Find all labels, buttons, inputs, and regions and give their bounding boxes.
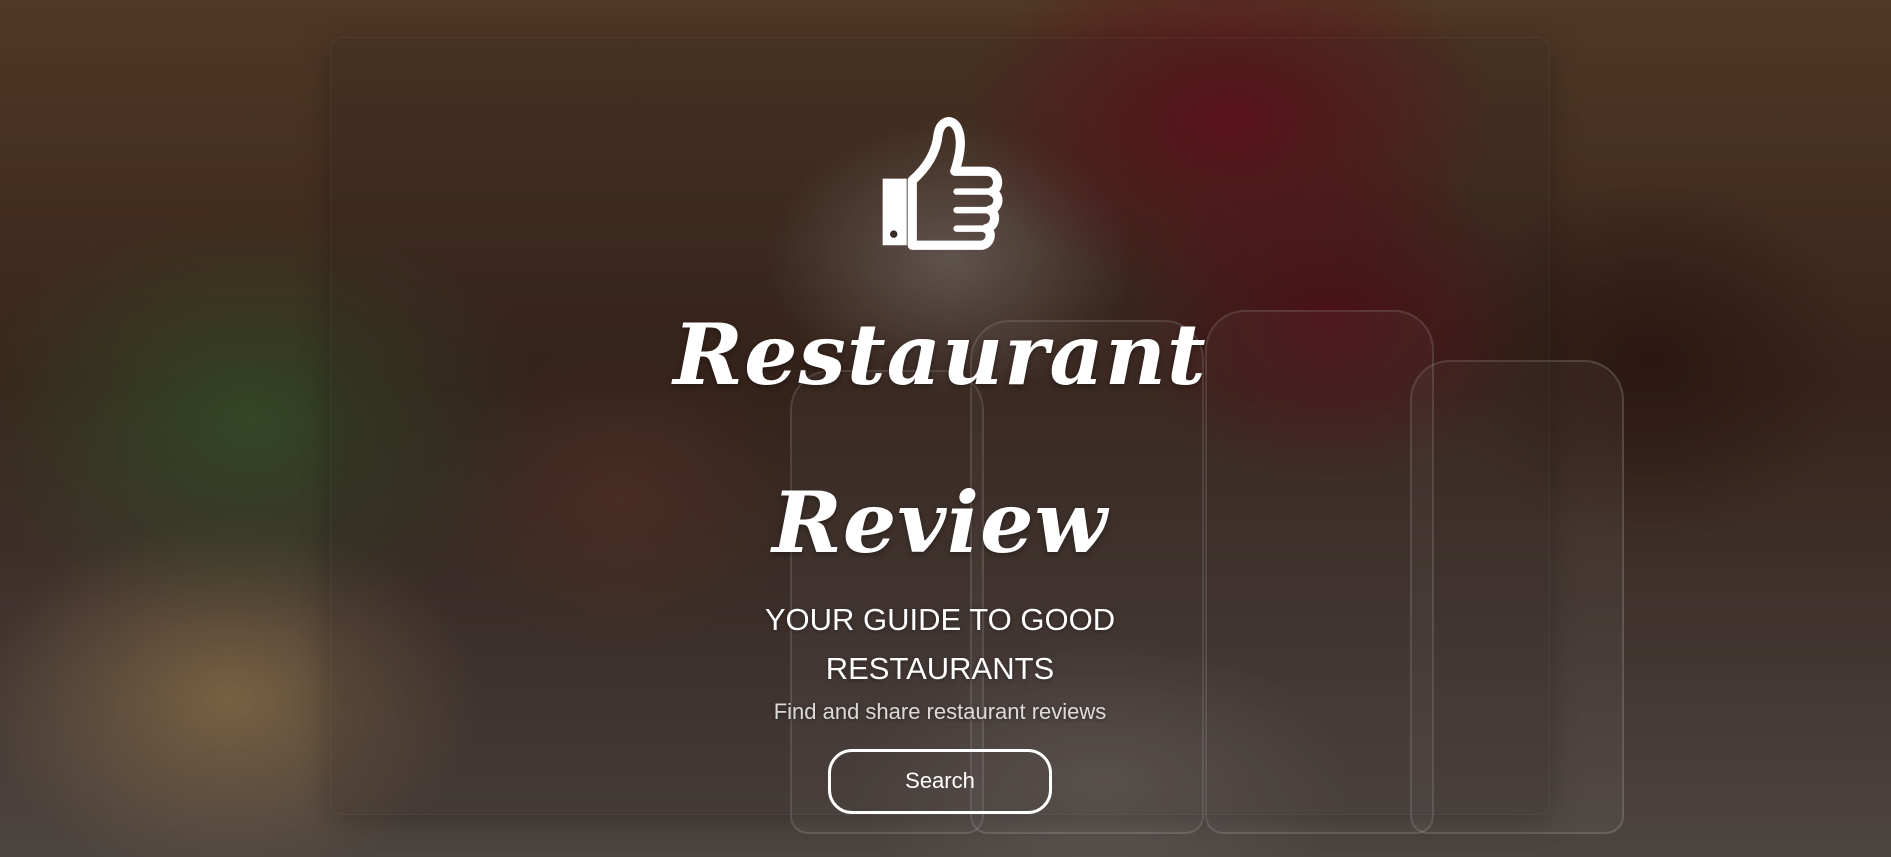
subtitle: Find and share restaurant reviews	[773, 698, 1107, 724]
tagline: YOUR GUIDE TO GOOD RESTAURANTS	[764, 601, 1116, 686]
site-title: Restaurant Review	[660, 271, 1220, 607]
site-title-line1: Restaurant	[673, 304, 1207, 404]
site-title-line2: Review	[772, 472, 1108, 572]
search-button[interactable]: Search	[828, 748, 1052, 814]
hero-content: Restaurant Review YOUR GUIDE TO GOOD RES…	[331, 38, 1549, 814]
hero-background: Restaurant Review YOUR GUIDE TO GOOD RES…	[0, 0, 1891, 857]
thumbs-up-icon	[882, 117, 1003, 250]
